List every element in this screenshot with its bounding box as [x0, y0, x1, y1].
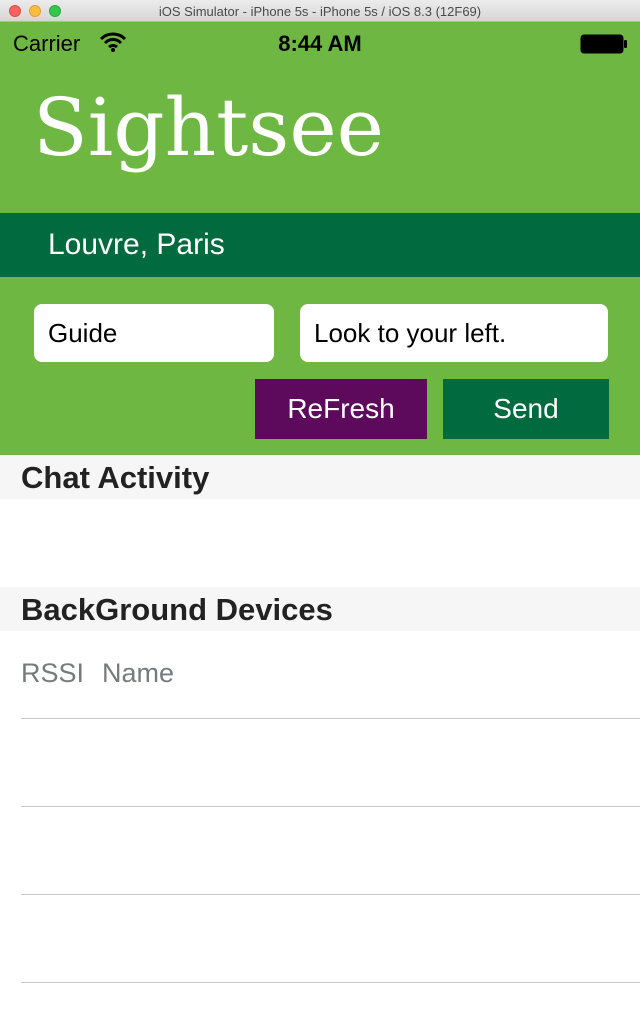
chat-activity-header: Chat Activity — [0, 455, 640, 499]
battery-icon — [580, 34, 627, 54]
location-bar: Louvre, Paris — [0, 213, 640, 277]
background-devices-title: BackGround Devices — [21, 592, 333, 627]
column-rssi: RSSI — [21, 658, 85, 688]
chat-activity-title: Chat Activity — [21, 460, 210, 495]
row-separator — [21, 806, 640, 807]
row-separator — [21, 718, 640, 719]
location-label: Louvre, Paris — [48, 228, 225, 261]
window-titlebar: iOS Simulator - iPhone 5s - iPhone 5s / … — [0, 0, 640, 22]
refresh-button[interactable]: ReFresh — [255, 379, 427, 439]
column-name: Name — [102, 658, 175, 688]
message-field[interactable]: Look to your left. — [300, 304, 608, 362]
devices-column-headers: RSSI Name — [21, 658, 192, 689]
row-separator — [21, 982, 640, 983]
guide-name-field[interactable]: Guide — [34, 304, 274, 362]
background-devices-header: BackGround Devices — [0, 587, 640, 631]
clock: 8:44 AM — [278, 31, 362, 56]
app-screen: Carrier 8:44 AM Sightsee Louvre, Paris G… — [0, 22, 640, 1024]
app-title: Sightsee — [33, 81, 385, 174]
window-title: iOS Simulator - iPhone 5s - iPhone 5s / … — [158, 4, 482, 19]
header-panel: Carrier 8:44 AM Sightsee Louvre, Paris G… — [0, 22, 640, 455]
send-button[interactable]: Send — [443, 379, 609, 439]
status-bar: Carrier 8:44 AM — [0, 22, 640, 64]
row-separator — [21, 894, 640, 895]
